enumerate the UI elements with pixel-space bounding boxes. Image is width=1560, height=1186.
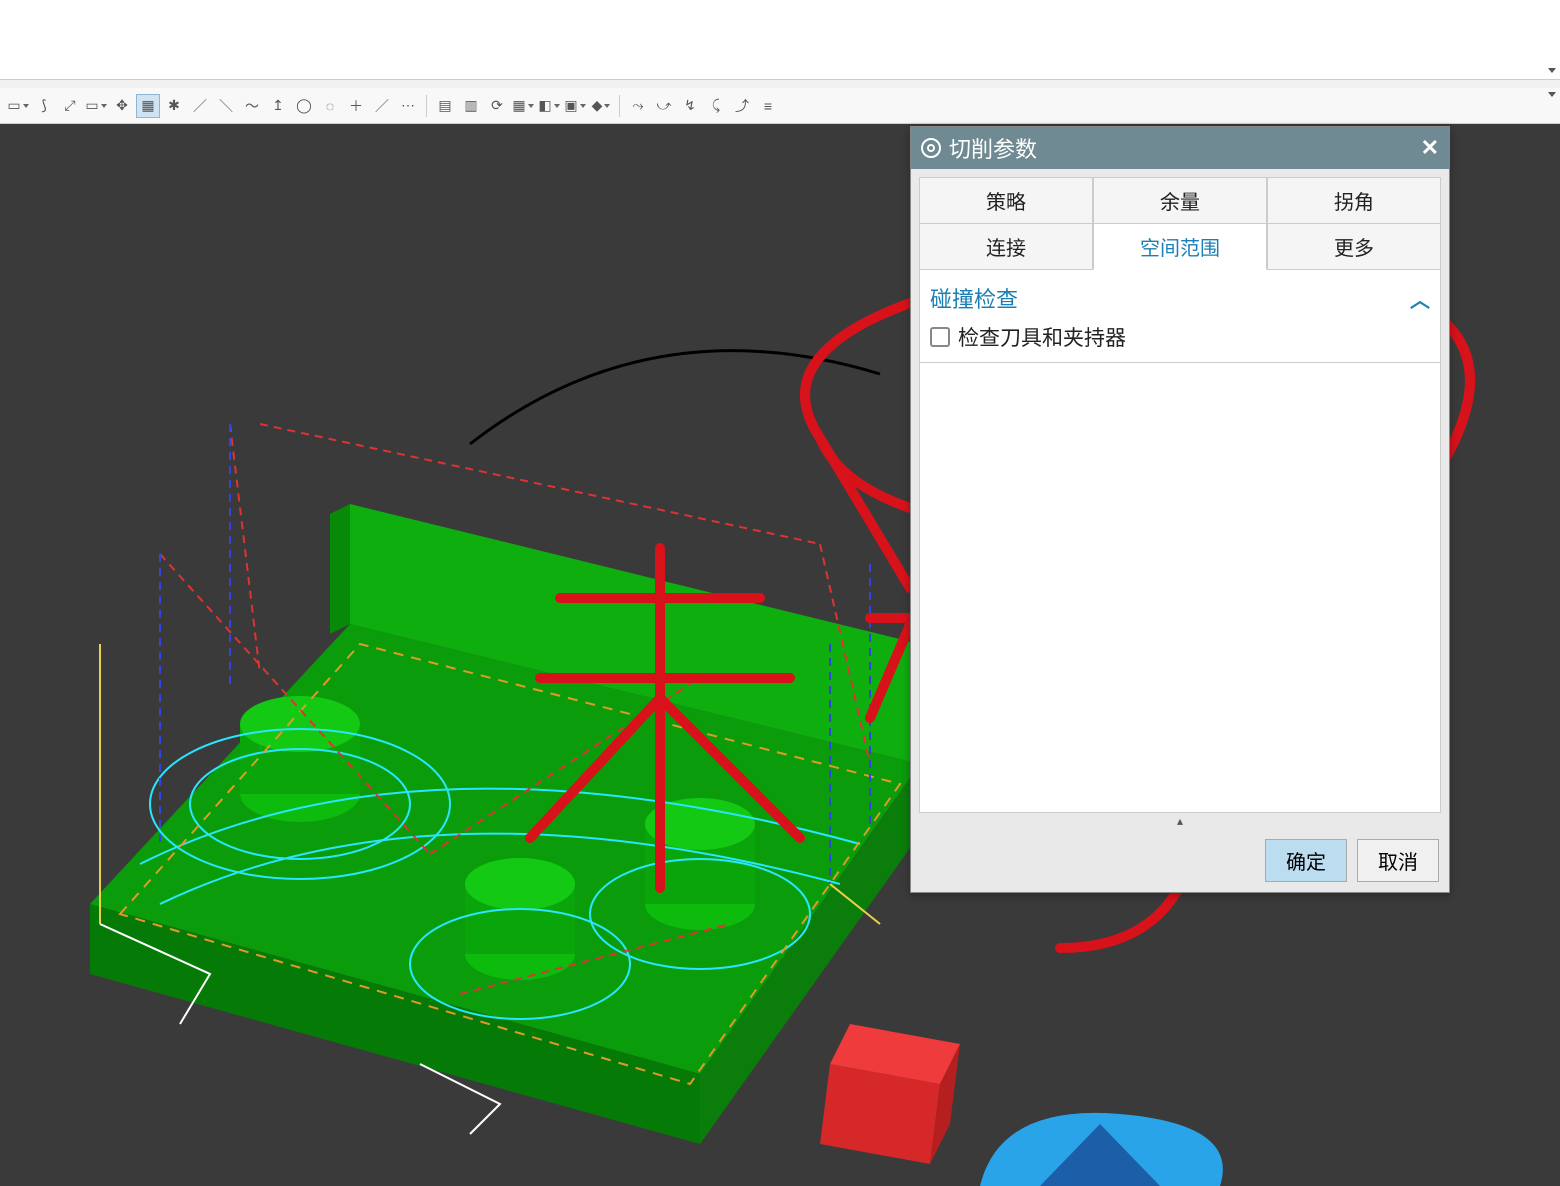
tool-path1[interactable]: ⤳ (626, 94, 650, 118)
ribbon-overflow-icon[interactable] (1548, 68, 1556, 73)
tab-containment[interactable]: 空间范围 (1093, 223, 1267, 270)
tool-circle2[interactable]: ◌ (318, 94, 342, 118)
tool-select-rect[interactable]: ▭ (6, 94, 30, 118)
tab-strategy[interactable]: 策略 (919, 177, 1093, 224)
tool-gem[interactable]: ◆ (589, 94, 613, 118)
ok-button[interactable]: 确定 (1265, 839, 1347, 882)
tool-layers[interactable]: ▦ (136, 94, 160, 118)
toolbar-overflow-icon[interactable] (1548, 92, 1556, 97)
tab-corners[interactable]: 拐角 (1267, 177, 1441, 224)
tool-line-back[interactable]: ＼ (214, 94, 238, 118)
tool-line-slash[interactable]: ／ (188, 94, 212, 118)
cutting-params-dialog: 切削参数 ✕ 策略 余量 拐角 连接 空间范围 更多 碰撞检查 ︿ 检查刀具和夹… (910, 126, 1450, 893)
cancel-button[interactable]: 取消 (1357, 839, 1439, 882)
dialog-title-text: 切削参数 (949, 132, 1037, 164)
dialog-titlebar[interactable]: 切削参数 ✕ (911, 127, 1449, 169)
tool-plus[interactable]: ＋ (344, 94, 368, 118)
toolbar-separator (426, 95, 427, 117)
tool-select-rect2[interactable]: ▭ (84, 94, 108, 118)
tool-grid[interactable]: ▦ (511, 94, 535, 118)
section-header[interactable]: 碰撞检查 ︿ (930, 278, 1430, 322)
checkbox-label: 检查刀具和夹持器 (958, 322, 1126, 352)
resize-grip[interactable]: ▴ (919, 813, 1441, 829)
tool-cube[interactable]: ◧ (537, 94, 561, 118)
tool-pick[interactable]: ✥ (110, 94, 134, 118)
tool-arrow-up[interactable]: ↥ (266, 94, 290, 118)
tool-circle[interactable]: ◯ (292, 94, 316, 118)
tool-refresh[interactable]: ⟳ (485, 94, 509, 118)
tool-table-b[interactable]: ▥ (459, 94, 483, 118)
tab-stock[interactable]: 余量 (1093, 177, 1267, 224)
tool-box[interactable]: ▣ (563, 94, 587, 118)
section-collision: 碰撞检查 ︿ 检查刀具和夹持器 (919, 269, 1441, 363)
tool-lasso[interactable]: ⟆ (32, 94, 56, 118)
tool-path5[interactable]: ⤴ (730, 94, 754, 118)
tool-snap[interactable]: ✱ (162, 94, 186, 118)
tab-connect[interactable]: 连接 (919, 223, 1093, 270)
top-ribbon-blank (0, 0, 1560, 80)
tab-row-1: 策略 余量 拐角 (919, 177, 1441, 224)
gear-icon (921, 138, 941, 158)
close-icon[interactable]: ✕ (1421, 135, 1439, 161)
toolbar-separator (619, 95, 620, 117)
tool-path2[interactable]: ⤻ (652, 94, 676, 118)
tool-expand[interactable]: ⤢ (58, 94, 82, 118)
dialog-footer: 确定 取消 (911, 829, 1449, 892)
tab-row-2: 连接 空间范围 更多 (919, 223, 1441, 270)
tool-dots[interactable]: ⋯ (396, 94, 420, 118)
check-tool-holder-row[interactable]: 检查刀具和夹持器 (930, 322, 1430, 352)
tool-slash2[interactable]: ／ (370, 94, 394, 118)
tool-table-a[interactable]: ▤ (433, 94, 457, 118)
tool-curve[interactable]: 〜 (240, 94, 264, 118)
dialog-content-spacer (919, 363, 1441, 813)
tab-more[interactable]: 更多 (1267, 223, 1441, 270)
tool-path4[interactable]: ⤹ (704, 94, 728, 118)
toolbar: ▭ ⟆ ⤢ ▭ ✥ ▦ ✱ ／ ＼ 〜 ↥ ◯ ◌ ＋ ／ ⋯ ▤ ▥ ⟳ ▦ … (0, 88, 1560, 124)
section-title: 碰撞检查 (930, 282, 1018, 314)
chevron-up-icon: ︿ (1410, 284, 1430, 313)
tool-path6[interactable]: ≡ (756, 94, 780, 118)
checkbox-check-tool-holder[interactable] (930, 327, 950, 347)
dialog-body: 策略 余量 拐角 连接 空间范围 更多 碰撞检查 ︿ 检查刀具和夹持器 ▴ (911, 169, 1449, 829)
tool-path3[interactable]: ↯ (678, 94, 702, 118)
